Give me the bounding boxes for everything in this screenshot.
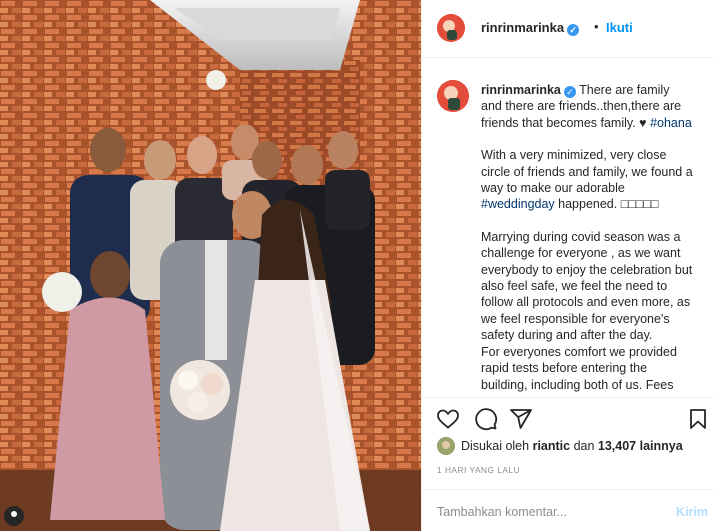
follow-button[interactable]: Ikuti: [606, 20, 633, 35]
comment-input[interactable]: Tambahkan komentar...: [437, 505, 567, 519]
hashtag-ohana[interactable]: #ohana: [650, 116, 692, 130]
liker-avatar: [437, 437, 455, 455]
likes-count[interactable]: 13,407 lainnya: [598, 439, 683, 453]
avatar[interactable]: [437, 14, 465, 42]
liker-username[interactable]: riantic: [533, 439, 571, 453]
likes-middle: dan: [570, 439, 598, 453]
verified-badge-icon: ✓: [567, 24, 580, 36]
post-photo[interactable]: [0, 0, 421, 531]
comment-box: Tambahkan komentar... Kirim: [422, 489, 713, 531]
caption-username[interactable]: rinrinmarinka: [481, 83, 561, 97]
likes-prefix: Disukai oleh: [461, 439, 533, 453]
bookmark-icon[interactable]: [686, 407, 710, 431]
hashtag-weddingday[interactable]: #weddingday: [481, 197, 555, 211]
username-link[interactable]: rinrinmarinka ✓: [481, 20, 580, 36]
comment-icon[interactable]: [474, 407, 498, 431]
action-bar: [422, 397, 713, 435]
user-tag-icon[interactable]: [4, 506, 24, 526]
post-header: rinrinmarinka ✓ • Ikuti: [422, 0, 713, 58]
caption-area[interactable]: rinrinmarinka ✓ There are family and ther…: [422, 59, 713, 396]
caption-avatar[interactable]: [437, 80, 469, 112]
caption-text: rinrinmarinka ✓ There are family and ther…: [481, 82, 693, 396]
share-icon[interactable]: [509, 407, 533, 431]
likes-summary[interactable]: Disukai oleh riantic dan 13,407 lainnya: [437, 437, 683, 455]
post-timestamp[interactable]: 1 HARI YANG LALU: [437, 465, 520, 475]
wedding-photo-illustration: [0, 0, 421, 531]
post-side-panel: rinrinmarinka ✓ • Ikuti rinrinmarinka ✓ Th…: [421, 0, 713, 531]
heart-icon[interactable]: [436, 407, 460, 431]
verified-badge-icon: ✓: [563, 86, 576, 98]
post-comment-button[interactable]: Kirim: [676, 505, 708, 519]
separator-dot: •: [594, 19, 599, 34]
caption-paragraph-2-end: happened. □□□□□: [554, 197, 659, 212]
caption-paragraph-2: With a very minimized, very close circle…: [481, 148, 693, 196]
caption-paragraph-4: For everyones comfort we provided rapid …: [481, 344, 677, 392]
caption-paragraph-3: Marrying during covid season was a chall…: [481, 229, 693, 343]
